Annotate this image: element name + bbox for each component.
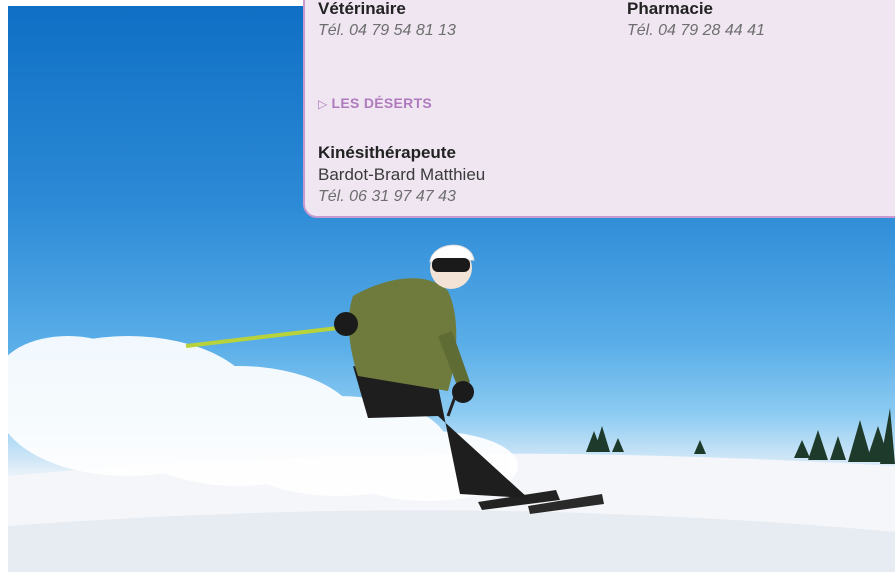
skier-jacket [348, 278, 457, 391]
contact-entry-veterinaire: Vétérinaire Tél. 04 79 54 81 13 [318, 0, 456, 42]
section-heading-les-deserts: ▷ LES DÉSERTS [318, 94, 432, 113]
section-title: LES DÉSERTS [331, 95, 433, 111]
contact-role: Kinésithérapeute [318, 143, 456, 162]
contact-entry-pharmacie: Pharmacie Tél. 04 79 28 44 41 [627, 0, 765, 42]
skier-glove [452, 381, 474, 403]
skier-glove [334, 312, 358, 336]
contact-phone: Tél. 06 31 97 47 43 [318, 188, 456, 205]
contact-entry-kinesitherapeute: Kinésithérapeute Bardot-Brard Matthieu T… [318, 142, 485, 208]
ski-pole-left [185, 326, 339, 348]
contact-role: Pharmacie [627, 0, 713, 18]
contact-phone: Tél. 04 79 54 81 13 [318, 22, 456, 39]
skier-goggles [432, 258, 470, 272]
contact-role: Vétérinaire [318, 0, 406, 18]
contact-person: Bardot-Brard Matthieu [318, 165, 486, 184]
contact-info-card: Vétérinaire Tél. 04 79 54 81 13 Pharmaci… [303, 0, 895, 218]
chevron-right-icon: ▷ [318, 97, 328, 111]
contact-phone: Tél. 04 79 28 44 41 [627, 22, 765, 39]
